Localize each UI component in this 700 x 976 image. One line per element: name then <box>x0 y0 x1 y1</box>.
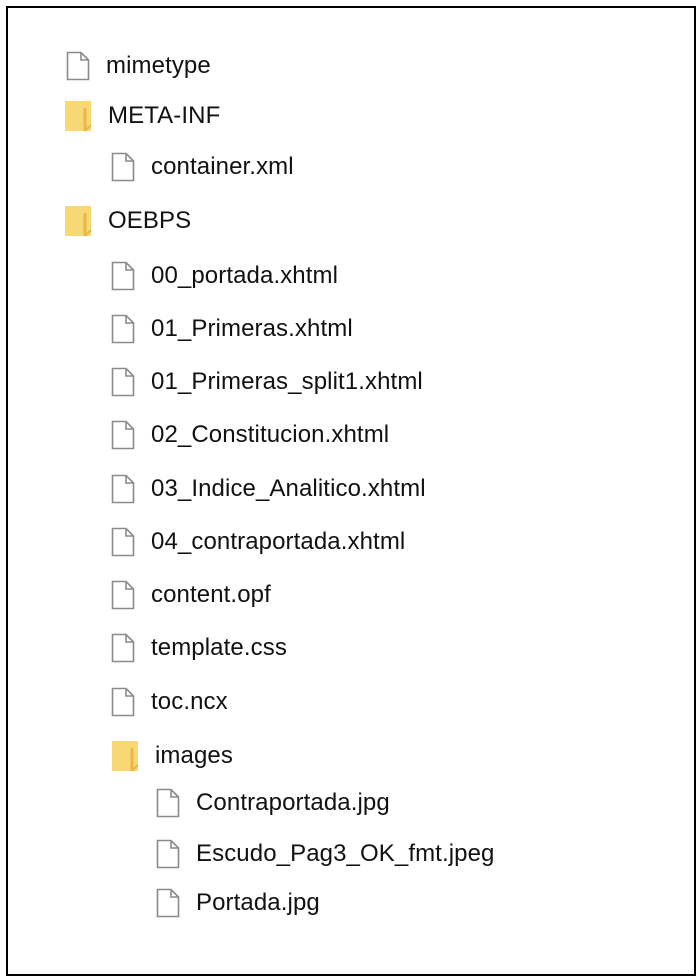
file-tree-panel: mimetype META-INF container.xml OEBPS 00… <box>6 6 696 976</box>
tree-item-label: OEBPS <box>108 207 192 234</box>
tree-item-oebps[interactable]: OEBPS <box>64 203 191 239</box>
tree-item-label: 01_Primeras_split1.xhtml <box>151 368 423 395</box>
folder-icon <box>111 740 139 772</box>
folder-icon <box>64 205 92 237</box>
tree-item-label: content.opf <box>151 581 271 608</box>
tree-item-toc-ncx[interactable]: toc.ncx <box>111 684 228 720</box>
tree-item-01-primeras[interactable]: 01_Primeras.xhtml <box>111 311 353 347</box>
tree-item-mimetype[interactable]: mimetype <box>66 48 211 84</box>
file-icon <box>111 687 135 717</box>
file-tree: mimetype META-INF container.xml OEBPS 00… <box>8 8 694 974</box>
file-icon <box>156 839 180 869</box>
tree-item-label: 03_Indice_Analitico.xhtml <box>151 475 426 502</box>
tree-item-label: mimetype <box>106 52 211 79</box>
tree-item-meta-inf[interactable]: META-INF <box>64 98 220 134</box>
file-icon <box>111 152 135 182</box>
file-icon <box>156 888 180 918</box>
tree-item-label: 04_contraportada.xhtml <box>151 528 406 555</box>
tree-item-label: template.css <box>151 634 287 661</box>
tree-item-03-indice-analitico[interactable]: 03_Indice_Analitico.xhtml <box>111 471 426 507</box>
tree-item-label: 02_Constitucion.xhtml <box>151 421 390 448</box>
file-icon <box>111 367 135 397</box>
tree-item-escudo-jpeg[interactable]: Escudo_Pag3_OK_fmt.jpeg <box>156 836 495 872</box>
file-icon <box>111 420 135 450</box>
file-icon <box>111 527 135 557</box>
tree-item-label: images <box>155 742 233 769</box>
file-icon <box>66 51 90 81</box>
tree-item-00-portada[interactable]: 00_portada.xhtml <box>111 258 338 294</box>
tree-item-label: META-INF <box>108 102 221 129</box>
tree-item-04-contraportada[interactable]: 04_contraportada.xhtml <box>111 524 405 560</box>
tree-item-portada-jpg[interactable]: Portada.jpg <box>156 885 320 921</box>
tree-item-label: 01_Primeras.xhtml <box>151 315 353 342</box>
file-icon <box>156 788 180 818</box>
tree-item-label: toc.ncx <box>151 688 228 715</box>
tree-item-label: Escudo_Pag3_OK_fmt.jpeg <box>196 840 495 867</box>
tree-item-template-css[interactable]: template.css <box>111 630 287 666</box>
file-icon <box>111 580 135 610</box>
file-icon <box>111 633 135 663</box>
tree-item-label: Portada.jpg <box>196 889 320 916</box>
file-icon <box>111 474 135 504</box>
tree-item-content-opf[interactable]: content.opf <box>111 577 271 613</box>
folder-icon <box>64 100 92 132</box>
tree-item-02-constitucion[interactable]: 02_Constitucion.xhtml <box>111 417 389 453</box>
tree-item-label: container.xml <box>151 153 294 180</box>
tree-item-images[interactable]: images <box>111 738 233 774</box>
file-icon <box>111 261 135 291</box>
tree-item-label: 00_portada.xhtml <box>151 262 339 289</box>
file-icon <box>111 314 135 344</box>
tree-item-01-primeras-split1[interactable]: 01_Primeras_split1.xhtml <box>111 364 423 400</box>
tree-item-contraportada-jpg[interactable]: Contraportada.jpg <box>156 785 390 821</box>
tree-item-label: Contraportada.jpg <box>196 789 390 816</box>
tree-item-container-xml[interactable]: container.xml <box>111 149 294 185</box>
